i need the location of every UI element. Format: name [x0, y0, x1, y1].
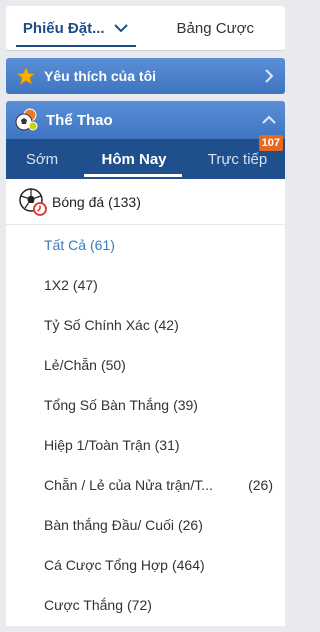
market-count: (42)	[153, 317, 179, 333]
sport-row-soccer[interactable]: Bóng đá (133)	[6, 179, 285, 225]
sports-header[interactable]: Thể Thao	[6, 101, 285, 139]
market-count: (50)	[100, 357, 126, 373]
soccer-ball-icon	[19, 187, 47, 216]
market-count: (47)	[72, 277, 98, 293]
market-name: Cá Cược Tổng Hợp	[44, 557, 168, 573]
tab-live-label: Trực tiếp	[207, 150, 268, 168]
tab-bet-table[interactable]: Bảng Cược	[146, 6, 286, 50]
tab-today[interactable]: Hôm Nay	[78, 139, 190, 179]
tab-bet-table-label: Bảng Cược	[176, 19, 254, 37]
sports-balls-icon	[15, 108, 38, 131]
sport-name: Bóng đá	[52, 193, 105, 210]
market-name: Cược Thắng	[44, 597, 123, 613]
market-count: (464)	[171, 557, 205, 573]
favorites-label: Yêu thích của tôi	[44, 68, 157, 84]
market-name: Lẻ/Chẵn	[44, 357, 97, 373]
live-count-badge: 107	[258, 135, 283, 151]
chevron-down-icon	[113, 24, 128, 33]
market-name: Bàn thắng Đầu/ Cuối	[44, 517, 174, 533]
market-name: Tất Cả	[44, 237, 87, 253]
top-tabs: Phiếu Đặt... Bảng Cược	[6, 6, 285, 51]
market-name: 1X2	[44, 277, 69, 293]
chevron-right-icon	[265, 69, 274, 83]
tab-early-label: Sớm	[25, 150, 59, 168]
market-item-half-odd-even[interactable]: Chẵn / Lẻ của Nửa trận/T... (26)	[6, 465, 285, 505]
tab-bet-slip-label: Phiếu Đặt...	[22, 19, 105, 37]
market-name: Chẵn / Lẻ của Nửa trận/T...	[44, 477, 213, 493]
tab-early[interactable]: Sớm	[6, 139, 78, 179]
time-tabs: Sớm Hôm Nay Trực tiếp 107	[6, 135, 285, 179]
favorites-bar[interactable]: Yêu thích của tôi	[6, 58, 285, 94]
market-item-outright[interactable]: Cược Thắng (72)	[6, 585, 285, 625]
market-name: Hiệp 1/Toàn Trận	[44, 437, 151, 453]
tab-today-label: Hôm Nay	[101, 150, 167, 168]
market-count: (26)	[248, 477, 273, 493]
market-item-correct-score[interactable]: Tỷ Số Chính Xác (42)	[6, 305, 285, 345]
market-name: Tỷ Số Chính Xác	[44, 317, 150, 333]
market-count: (26)	[177, 517, 203, 533]
chevron-up-icon	[262, 115, 276, 124]
market-item-all[interactable]: Tất Cả (61)	[6, 225, 285, 265]
market-count: (61)	[90, 237, 115, 253]
market-item-total-goals[interactable]: Tổng Số Bàn Thắng (39)	[6, 385, 285, 425]
star-icon	[16, 66, 36, 85]
market-item-odd-even[interactable]: Lẻ/Chẵn (50)	[6, 345, 285, 385]
market-item-parlay[interactable]: Cá Cược Tổng Hợp (464)	[6, 545, 285, 585]
market-name: Tổng Số Bàn Thắng	[44, 397, 170, 413]
sport-market-list: Bóng đá (133) Tất Cả (61) 1X2 (47) Tỷ Số…	[6, 179, 285, 626]
sports-title: Thể Thao	[46, 111, 113, 129]
market-item-half-full-time[interactable]: Hiệp 1/Toàn Trận (31)	[6, 425, 285, 465]
tab-bet-slip[interactable]: Phiếu Đặt...	[6, 6, 146, 50]
market-count: (72)	[127, 597, 152, 613]
market-item-first-last-goal[interactable]: Bàn thắng Đầu/ Cuối (26)	[6, 505, 285, 545]
market-item-1x2[interactable]: 1X2 (47)	[6, 265, 285, 305]
market-count: (31)	[154, 437, 180, 453]
market-count: (39)	[173, 397, 198, 413]
tab-live[interactable]: Trực tiếp 107	[190, 135, 285, 179]
sport-count: (133)	[108, 193, 141, 210]
